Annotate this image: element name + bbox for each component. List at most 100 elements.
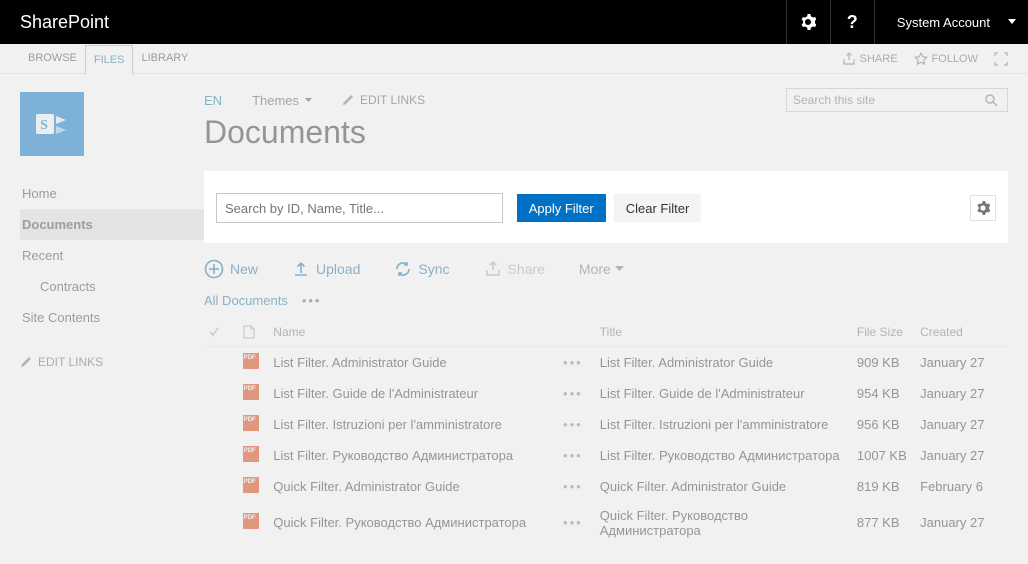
quick-launch: Home Documents Recent Contracts Site Con…	[20, 178, 204, 333]
nav-documents[interactable]: Documents	[20, 209, 204, 240]
doc-name[interactable]: List Filter. Administrator Guide	[273, 355, 446, 370]
gear-icon	[800, 14, 816, 30]
view-options[interactable]: •••	[302, 293, 322, 308]
cmd-upload-label: Upload	[316, 261, 360, 277]
clear-filter-button[interactable]: Clear Filter	[614, 194, 702, 222]
doc-created: January 27	[916, 440, 1008, 471]
row-menu[interactable]: •••	[563, 448, 583, 463]
cmd-new[interactable]: New	[204, 259, 258, 279]
col-name[interactable]: Name	[269, 318, 559, 346]
nav-site-contents[interactable]: Site Contents	[20, 302, 204, 333]
help-icon: ?	[847, 12, 858, 33]
sharepoint-logo-icon: S	[32, 104, 72, 144]
user-name: System Account	[897, 15, 990, 30]
share-icon	[484, 260, 502, 278]
ribbon: BROWSE FILES LIBRARY SHARE FOLLOW	[0, 44, 1028, 74]
site-search-input[interactable]	[787, 93, 985, 107]
cmd-sync[interactable]: Sync	[394, 260, 449, 278]
row-menu[interactable]: •••	[563, 355, 583, 370]
row-menu[interactable]: •••	[563, 417, 583, 432]
view-selector-row: All Documents •••	[204, 285, 1008, 318]
filter-input[interactable]	[216, 193, 503, 223]
user-menu[interactable]: System Account	[874, 0, 1028, 44]
table-row[interactable]: List Filter. Руководство Администратора •…	[204, 440, 1008, 471]
share-icon	[842, 52, 856, 66]
nav-home[interactable]: Home	[20, 178, 204, 209]
chevron-down-icon	[615, 266, 624, 272]
settings-menu[interactable]	[786, 0, 830, 44]
row-menu[interactable]: •••	[563, 479, 583, 494]
help-menu[interactable]: ?	[830, 0, 874, 44]
doc-created: January 27	[916, 378, 1008, 409]
ribbon-share[interactable]: SHARE	[842, 52, 898, 66]
main-content: S Home Documents Recent Contracts Site C…	[0, 74, 1028, 564]
doc-created: January 27	[916, 502, 1008, 544]
doc-name[interactable]: List Filter. Guide de l'Administrateur	[273, 386, 478, 401]
documents-table: Name Title File Size Created List Filter…	[204, 318, 1008, 544]
gear-icon	[976, 201, 990, 215]
pdf-icon	[243, 415, 259, 431]
col-created[interactable]: Created	[916, 318, 1008, 346]
table-row[interactable]: List Filter. Administrator Guide•••List …	[204, 346, 1008, 378]
topnav-edit-links[interactable]: EDIT LINKS	[342, 93, 425, 107]
ribbon-follow-label: FOLLOW	[932, 53, 978, 65]
pdf-icon	[243, 353, 259, 369]
lang-link[interactable]: EN	[204, 93, 222, 108]
table-row[interactable]: Quick Filter. Руководство Администратора…	[204, 502, 1008, 544]
top-nav: EN Themes EDIT LINKS	[204, 88, 1008, 112]
doc-size: 877 KB	[853, 502, 916, 544]
view-name[interactable]: All Documents	[204, 293, 288, 308]
cmd-upload[interactable]: Upload	[292, 260, 360, 278]
cmd-more[interactable]: More	[579, 261, 624, 277]
focus-icon	[994, 52, 1008, 66]
star-icon	[914, 52, 928, 66]
doc-size: 956 KB	[853, 409, 916, 440]
filter-settings-button[interactable]	[970, 195, 996, 221]
nav-contracts[interactable]: Contracts	[20, 271, 204, 302]
col-type[interactable]	[239, 318, 270, 346]
pencil-icon	[342, 94, 354, 106]
page-title: Documents	[204, 114, 1008, 151]
site-search[interactable]	[786, 88, 1008, 112]
pdf-icon	[243, 446, 259, 462]
doc-name[interactable]: Quick Filter. Administrator Guide	[273, 479, 459, 494]
cmd-more-label: More	[579, 261, 611, 277]
pdf-icon	[243, 384, 259, 400]
chevron-down-icon	[305, 98, 312, 103]
doc-name[interactable]: List Filter. Istruzioni per l'amministra…	[273, 417, 502, 432]
col-select[interactable]	[204, 318, 239, 346]
ribbon-follow[interactable]: FOLLOW	[914, 52, 978, 66]
ribbon-tab-library[interactable]: LIBRARY	[133, 44, 196, 74]
check-icon	[208, 326, 235, 338]
search-icon[interactable]	[985, 94, 1007, 107]
ribbon-tab-files[interactable]: FILES	[85, 45, 134, 75]
themes-menu[interactable]: Themes	[252, 93, 312, 108]
doc-name[interactable]: Quick Filter. Руководство Администратора	[273, 515, 526, 530]
col-title[interactable]: Title	[596, 318, 853, 346]
doc-name[interactable]: List Filter. Руководство Администратора	[273, 448, 513, 463]
product-name: SharePoint	[20, 12, 109, 33]
table-row[interactable]: List Filter. Istruzioni per l'amministra…	[204, 409, 1008, 440]
right-column: EN Themes EDIT LINKS Document	[204, 74, 1028, 564]
nav-recent[interactable]: Recent	[20, 240, 204, 271]
doc-size: 909 KB	[853, 346, 916, 378]
ribbon-tab-browse[interactable]: BROWSE	[20, 44, 85, 74]
doc-title: Quick Filter. Administrator Guide	[596, 471, 853, 502]
doc-title: Quick Filter. Руководство Администратора	[596, 502, 853, 544]
nav-edit-links[interactable]: EDIT LINKS	[20, 355, 204, 369]
row-menu[interactable]: •••	[563, 515, 583, 530]
table-row[interactable]: Quick Filter. Administrator Guide ••• Quic…	[204, 471, 1008, 502]
pdf-icon	[243, 513, 259, 529]
site-logo[interactable]: S	[20, 92, 84, 156]
row-menu[interactable]: •••	[563, 386, 583, 401]
table-row[interactable]: List Filter. Guide de l'Administrateur ••…	[204, 378, 1008, 409]
ribbon-focus[interactable]	[994, 52, 1008, 66]
col-size[interactable]: File Size	[853, 318, 916, 346]
doc-size: 819 KB	[853, 471, 916, 502]
cmd-new-label: New	[230, 261, 258, 277]
apply-filter-button[interactable]: Apply Filter	[517, 194, 606, 222]
cmd-share-label: Share	[508, 261, 545, 277]
doc-title: List Filter. Istruzioni per l'amministra…	[596, 409, 853, 440]
plus-circle-icon	[204, 259, 224, 279]
file-icon	[243, 325, 266, 339]
